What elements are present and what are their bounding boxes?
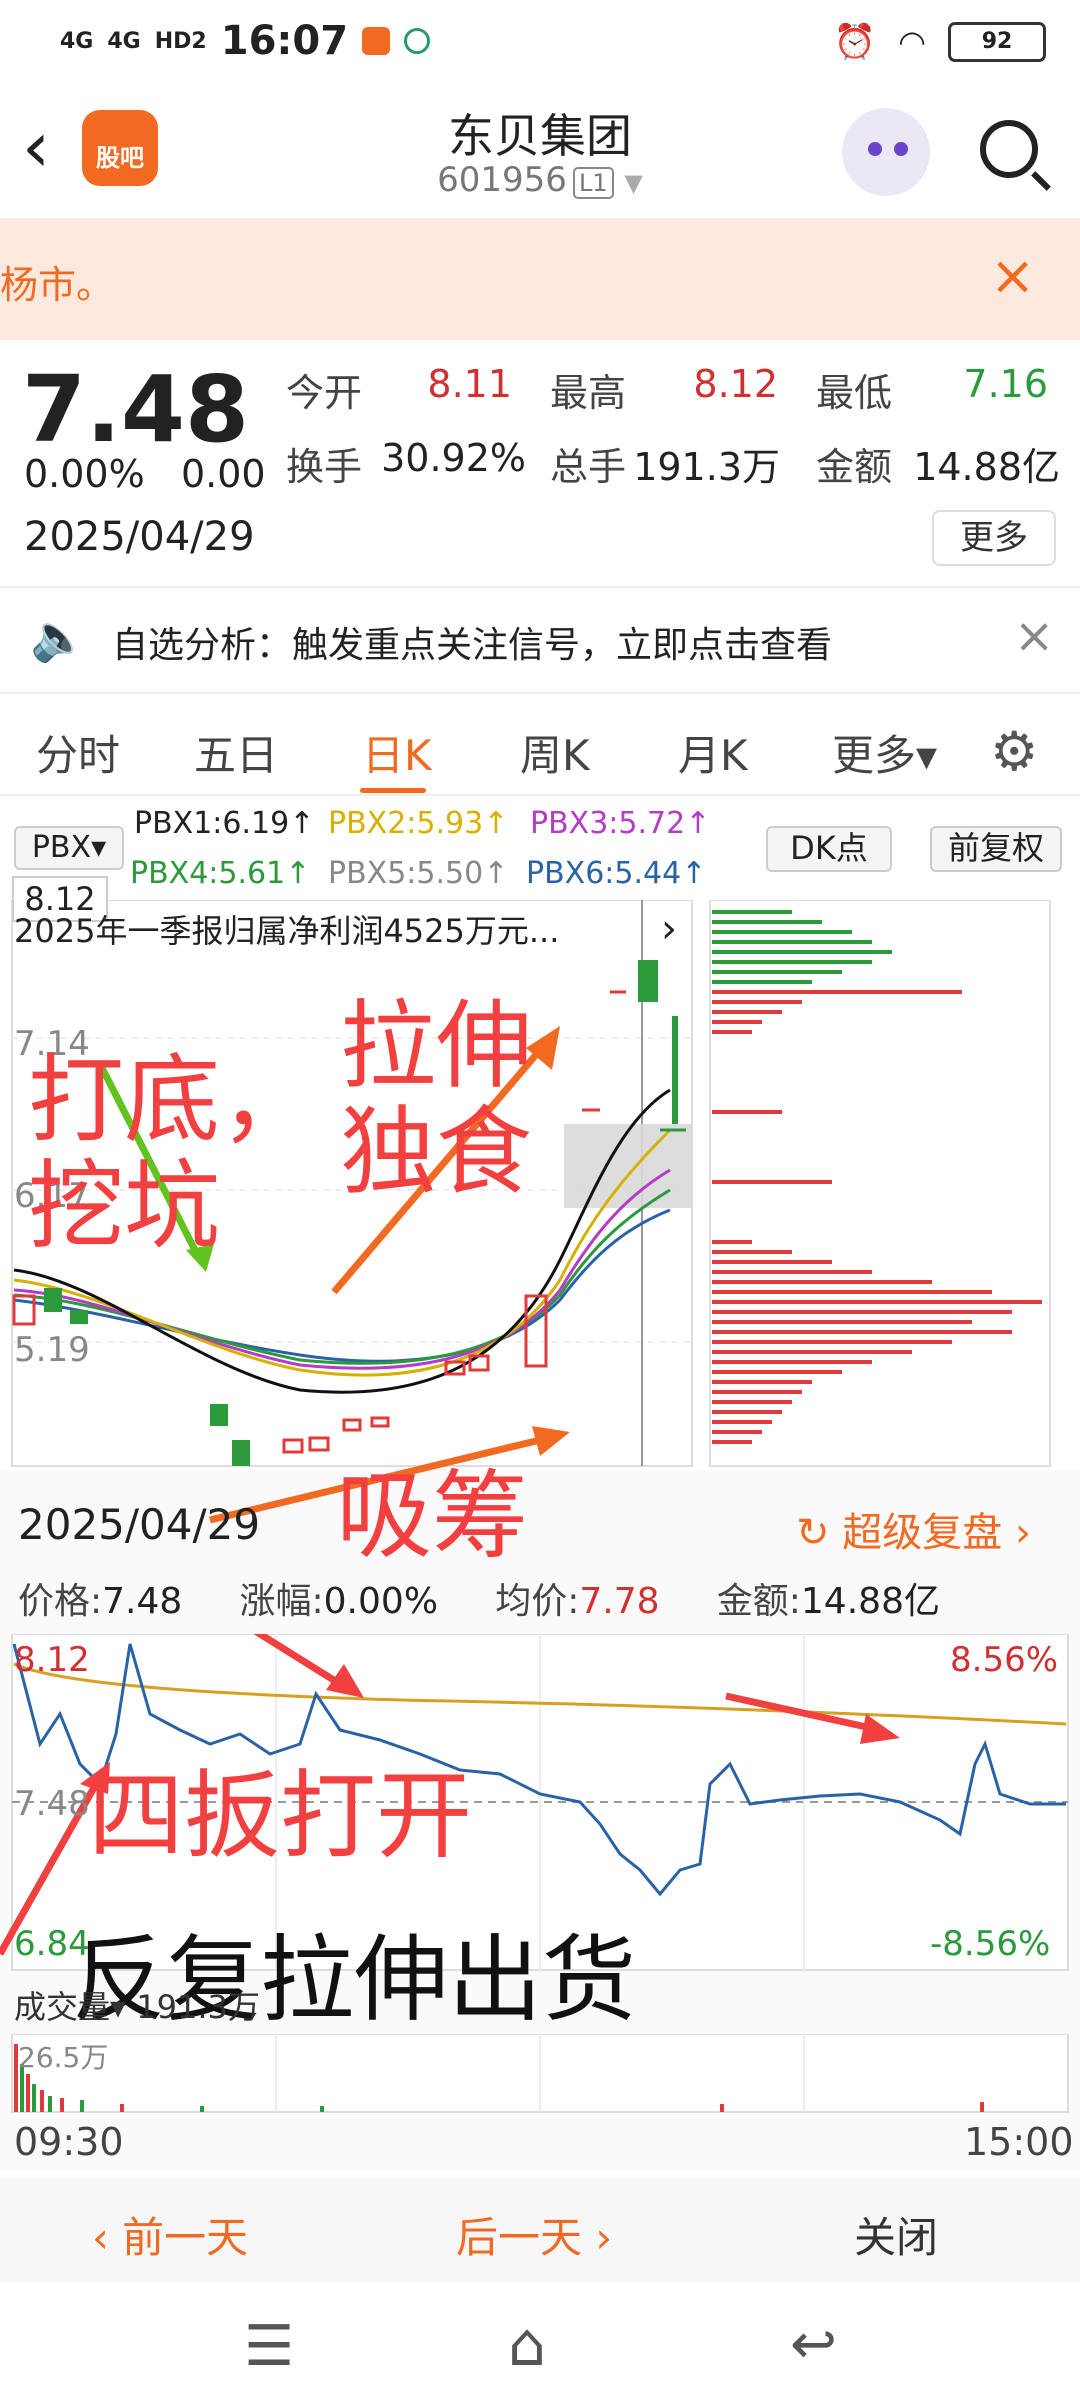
intraday-date: 2025/04/29 — [18, 1500, 261, 1549]
volume-max-label: 26.5万 — [18, 2041, 109, 2074]
system-nav-bar: ☰ ⌂ ↩ — [0, 2290, 1080, 2408]
level-badge: L1 — [572, 167, 614, 199]
annotation-bottom-dig: 打底， 挖坑 — [28, 1044, 316, 1262]
alarm-icon: ⏰ — [833, 22, 877, 62]
amount-value: 14.88亿 — [913, 445, 1060, 489]
high-label: 最高 — [550, 371, 627, 415]
open-value: 8.11 — [427, 362, 512, 406]
tab-daily-k[interactable]: 日K — [362, 722, 432, 783]
low-value: 7.16 — [963, 362, 1048, 406]
active-tab-indicator — [360, 788, 426, 793]
close-icon[interactable]: × — [990, 244, 1035, 307]
super-replay-link[interactable]: ↻ 超级复盘 › — [796, 1500, 1031, 1558]
turnover-value: 30.92% — [381, 436, 526, 480]
divider — [0, 692, 1080, 694]
chevron-down-icon: ▼ — [624, 169, 643, 197]
search-icon[interactable] — [980, 120, 1038, 178]
time-start: 09:30 — [14, 2120, 124, 2164]
current-price: 7.48 — [22, 356, 249, 463]
divider — [0, 586, 1080, 588]
y-axis-label: 5.19 — [14, 1330, 90, 1370]
more-button[interactable]: 更多 — [932, 510, 1056, 566]
intraday-stats: 价格:7.48 涨幅:0.00% 均价:7.78 金额:14.88亿 — [18, 1581, 940, 1622]
gear-icon[interactable]: ⚙ — [990, 720, 1038, 783]
clock: 16:07 — [220, 18, 349, 64]
wifi-icon: ◠ — [898, 23, 926, 61]
day-navigation-bar: ‹ 前一天 后一天 › 关闭 — [0, 2178, 1080, 2282]
notice-text: 杨市。 — [0, 263, 115, 307]
notice-banner[interactable]: 杨市。 × — [0, 218, 1080, 340]
pbx1-value: PBX1:6.19↑ — [134, 806, 315, 841]
app-notification-icon — [362, 27, 391, 55]
tab-weekly-k[interactable]: 周K — [520, 722, 590, 783]
next-day-button[interactable]: 后一天 › — [456, 2204, 612, 2265]
intraday-high: 8.12 — [14, 1640, 90, 1680]
battery-indicator: 92 — [948, 22, 1046, 62]
intraday-prev-close: 7.48 — [14, 1784, 90, 1824]
annotation-four-sweep: 四扳打开 — [88, 1760, 472, 1872]
close-icon[interactable]: × — [1014, 608, 1054, 664]
dk-point-button[interactable]: DK点 — [766, 826, 892, 872]
status-bar: 4G 4G HD2 16:07 ⏰ ◠ 92 — [0, 0, 1080, 82]
time-end: 15:00 — [964, 2120, 1074, 2164]
amount-label: 金额 — [816, 445, 893, 489]
intraday-high-pct: 8.56% — [950, 1640, 1059, 1680]
alert-text: 自选分析：触发重点关注信号，立即点击查看 — [112, 625, 833, 666]
menu-icon[interactable]: ☰ — [244, 2314, 294, 2379]
volume-selector[interactable]: 成交量▾ 191.3万 — [14, 1982, 260, 2028]
turnover-label: 换手 — [286, 445, 363, 489]
network-indicator: 4G — [60, 28, 94, 54]
notification-icon — [404, 28, 431, 54]
tab-monthly-k[interactable]: 月K — [678, 722, 748, 783]
indicator-selector[interactable]: PBX▾ — [14, 826, 124, 870]
pbx3-value: PBX3:5.72↑ — [530, 806, 711, 841]
home-icon[interactable]: ⌂ — [508, 2310, 546, 2380]
network-indicator: 4G — [107, 28, 141, 54]
back-nav-icon[interactable]: ↩ — [790, 2312, 837, 2377]
chevron-right-icon[interactable]: › — [648, 906, 690, 956]
chart-tabs: 分时 五日 日K 周K 月K 更多▾ ⚙ — [0, 700, 1080, 796]
hd-indicator: HD2 — [154, 28, 207, 54]
tab-intraday[interactable]: 分时 — [36, 722, 120, 783]
pbx2-value: PBX2:5.93↑ — [328, 806, 509, 841]
volume-label: 总手 — [550, 445, 627, 489]
analysis-alert[interactable]: 🔈 自选分析：触发重点关注信号，立即点击查看 × — [0, 590, 1080, 690]
open-label: 今开 — [286, 371, 363, 415]
prev-day-button[interactable]: ‹ 前一天 — [92, 2204, 248, 2265]
history-icon: ↻ — [796, 1510, 830, 1556]
pbx4-value: PBX4:5.61↑ — [130, 856, 311, 891]
close-button[interactable]: 关闭 — [854, 2204, 938, 2265]
annotation-stretch: 拉伸 独食 — [340, 990, 532, 1208]
adjust-button[interactable]: 前复权 — [930, 826, 1062, 872]
intraday-low-pct: -8.56% — [930, 1924, 1051, 1964]
low-label: 最低 — [816, 371, 893, 415]
quote-date: 2025/04/29 — [24, 514, 255, 560]
speaker-icon: 🔈 — [30, 610, 88, 664]
volume-value: 191.3万 — [633, 445, 780, 489]
tab-five-day[interactable]: 五日 — [194, 722, 278, 783]
news-ticker[interactable]: 2025年一季报归属净利润4525万元... — [14, 906, 690, 956]
assistant-robot-icon[interactable] — [842, 108, 930, 196]
stock-header: ‹ 股吧 东贝集团 601956 L1 ▼ — [0, 82, 1080, 218]
annotation-accumulate: 吸筹 — [336, 1460, 528, 1572]
tab-more[interactable]: 更多▾ — [832, 722, 937, 783]
volume-chart — [11, 2034, 1069, 2113]
pbx6-value: PBX6:5.44↑ — [526, 856, 707, 891]
price-change: 0.00% 0.00 — [24, 452, 266, 496]
pbx5-value: PBX5:5.50↑ — [328, 856, 509, 891]
high-value: 8.12 — [693, 362, 778, 406]
